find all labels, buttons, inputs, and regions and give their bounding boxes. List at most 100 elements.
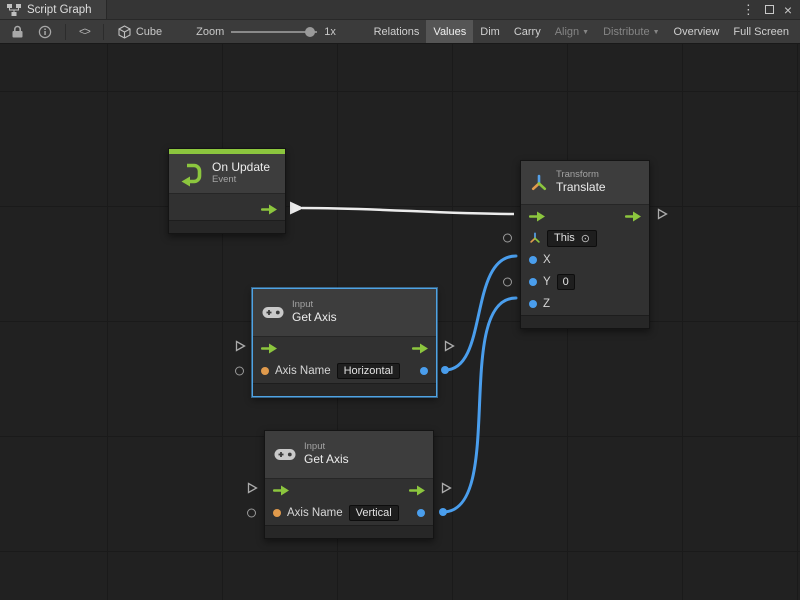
close-icon[interactable]: × <box>784 3 792 17</box>
zoom-label: Zoom <box>196 26 224 38</box>
overview-button[interactable]: Overview <box>667 20 727 43</box>
transform-mini-icon <box>529 232 541 244</box>
value-output-port[interactable] <box>417 509 425 517</box>
flow-output-indicator[interactable] <box>657 207 668 225</box>
gamepad-icon <box>262 306 284 319</box>
axis-name-input-indicator[interactable] <box>235 367 244 376</box>
y-label: Y <box>543 276 551 288</box>
chevron-down-icon: ▼ <box>582 29 589 36</box>
axis-name-label: Axis Name <box>287 507 343 519</box>
zoom-value: 1x <box>324 26 336 38</box>
node-header[interactable]: Input Get Axis <box>265 431 433 479</box>
axis-name-field[interactable]: Vertical <box>349 505 399 521</box>
info-icon[interactable] <box>31 20 59 43</box>
x-port-row: X <box>521 249 649 271</box>
axis-name-row: Axis Name Horizontal <box>253 359 436 383</box>
this-port-row: This ⊙ <box>521 227 649 249</box>
wire-endpoint-dot[interactable] <box>439 508 447 516</box>
flow-output-port[interactable] <box>625 211 641 222</box>
tab-script-graph[interactable]: Script Graph <box>0 0 107 19</box>
node-get-axis-horizontal[interactable]: Input Get Axis Axis Name Horizonta <box>252 288 437 397</box>
node-footer <box>265 525 433 538</box>
y-input-port-indicator[interactable] <box>503 278 512 287</box>
gamepad-icon <box>274 448 296 461</box>
fullscreen-button[interactable]: Full Screen <box>726 20 796 43</box>
flow-output-port[interactable] <box>261 204 277 215</box>
wire-endpoint-dot[interactable] <box>441 366 449 374</box>
flow-output-port[interactable] <box>409 485 425 496</box>
y-port-row: Y 0 <box>521 271 649 293</box>
flow-input-port[interactable] <box>273 485 289 496</box>
zoom-slider[interactable] <box>231 26 317 38</box>
this-object-field[interactable]: This ⊙ <box>547 230 597 247</box>
node-on-update[interactable]: On Update Event <box>168 148 286 234</box>
node-footer <box>169 220 285 233</box>
relations-button[interactable]: Relations <box>367 20 427 43</box>
x-input-port[interactable] <box>529 256 537 264</box>
axis-name-input-indicator[interactable] <box>247 509 256 518</box>
value-wire-horizontal-to-x[interactable] <box>445 256 516 370</box>
node-title: On Update <box>212 161 270 175</box>
flow-input-port[interactable] <box>261 343 277 354</box>
z-input-port[interactable] <box>529 300 537 308</box>
flow-port-row <box>169 198 285 220</box>
axis-name-input-port[interactable] <box>261 367 269 375</box>
lock-icon[interactable] <box>4 20 31 43</box>
title-bar: Script Graph ⋮ × <box>0 0 800 20</box>
flow-wire-onupdate-to-translate[interactable] <box>302 208 514 214</box>
graph-toolbar: <> Cube Zoom 1x Relations Values Dim Car… <box>0 20 800 44</box>
zoom-slider-handle[interactable] <box>305 27 315 37</box>
node-header[interactable]: Transform Translate <box>521 161 649 205</box>
update-loop-icon <box>178 161 204 187</box>
flow-port-row <box>253 337 436 359</box>
axis-name-field[interactable]: Horizontal <box>337 363 401 379</box>
flow-input-indicator[interactable] <box>247 481 258 499</box>
titlebar-spacer <box>107 0 742 19</box>
carry-button[interactable]: Carry <box>507 20 548 43</box>
script-graph-window: Script Graph ⋮ × <> Cube Zoom <box>0 0 800 600</box>
dim-button[interactable]: Dim <box>473 20 507 43</box>
window-menu-icon[interactable]: ⋮ <box>742 2 755 18</box>
this-input-port[interactable] <box>503 234 512 243</box>
toolbar-separator <box>65 24 66 40</box>
node-subtitle: Event <box>212 175 270 186</box>
graph-canvas[interactable]: On Update Event Transform Translate <box>0 44 800 600</box>
node-transform-translate[interactable]: Transform Translate This ⊙ <box>520 160 650 329</box>
flow-output-indicator[interactable] <box>444 339 455 357</box>
z-label: Z <box>543 298 550 310</box>
node-title: Get Axis <box>292 311 337 325</box>
toolbar-separator <box>103 24 104 40</box>
node-header[interactable]: On Update Event <box>169 154 285 194</box>
tab-title: Script Graph <box>27 4 92 16</box>
value-output-port[interactable] <box>420 367 428 375</box>
axis-name-input-port[interactable] <box>273 509 281 517</box>
flow-output-port[interactable] <box>412 343 428 354</box>
distribute-dropdown[interactable]: Distribute ▼ <box>596 20 666 43</box>
code-view-icon[interactable]: <> <box>72 20 97 43</box>
node-get-axis-vertical[interactable]: Input Get Axis Axis Name Vertical <box>264 430 434 539</box>
node-title: Translate <box>556 181 606 195</box>
node-footer <box>253 383 436 396</box>
x-label: X <box>543 254 551 266</box>
object-picker-icon[interactable]: ⊙ <box>581 232 590 245</box>
flow-wire-arrowhead[interactable] <box>290 202 304 215</box>
graph-target[interactable]: Cube <box>110 25 170 39</box>
y-input-port[interactable] <box>529 278 537 286</box>
axis-name-label: Axis Name <box>275 365 331 377</box>
flow-port-row <box>521 205 649 227</box>
transform-icon <box>530 174 548 192</box>
y-value-field[interactable]: 0 <box>557 274 575 290</box>
flow-port-row <box>265 479 433 501</box>
target-name: Cube <box>136 26 162 38</box>
flow-output-indicator[interactable] <box>441 481 452 499</box>
cube-icon <box>118 25 131 39</box>
chevron-down-icon: ▼ <box>653 29 660 36</box>
script-graph-icon <box>7 4 21 16</box>
flow-input-port[interactable] <box>529 211 545 222</box>
node-header[interactable]: Input Get Axis <box>253 289 436 337</box>
flow-input-indicator[interactable] <box>235 339 246 357</box>
value-wire-vertical-to-z[interactable] <box>443 298 516 512</box>
values-button[interactable]: Values <box>426 20 473 43</box>
align-dropdown[interactable]: Align ▼ <box>548 20 596 43</box>
maximize-icon[interactable] <box>765 5 774 14</box>
